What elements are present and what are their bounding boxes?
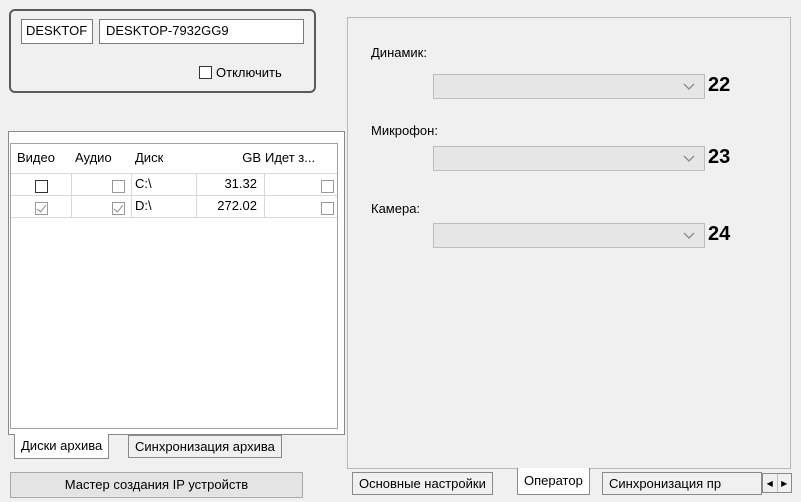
tab-scroll-buttons: ◀ ▶ [762, 473, 792, 493]
tab-archive-sync[interactable]: Синхронизация архива [128, 435, 282, 458]
speaker-callout: 22 [708, 74, 731, 96]
microphone-label: Микрофон: [371, 123, 438, 138]
chevron-down-icon [683, 232, 695, 239]
camera-callout: 24 [708, 223, 731, 245]
chevron-down-icon [683, 155, 695, 162]
gb-cell: 272.02 [217, 198, 257, 213]
disable-checkbox[interactable]: Отключить [199, 63, 282, 81]
column-header-disk[interactable]: Диск [135, 144, 163, 172]
audio-checkbox[interactable] [111, 180, 125, 193]
column-header-audio[interactable]: Аудио [75, 144, 112, 172]
writing-checkbox[interactable] [321, 180, 335, 193]
chevron-down-icon [683, 83, 695, 90]
scroll-right-icon[interactable]: ▶ [778, 474, 792, 492]
ip-device-wizard-button[interactable]: Мастер создания IP устройств [10, 472, 303, 498]
operator-page: Динамик: 22 Микрофон: 23 Камера: 24 [347, 17, 791, 469]
disk-cell: C:\ [135, 176, 152, 191]
tab-archive-disks[interactable]: Диски архива [14, 434, 110, 459]
speaker-select[interactable] [433, 74, 705, 99]
audio-checkbox[interactable] [111, 202, 125, 215]
disable-checkbox-box[interactable] [199, 65, 212, 79]
camera-select[interactable] [433, 223, 705, 248]
writing-checkbox[interactable] [321, 202, 335, 215]
tab-main-settings[interactable]: Основные настройки [352, 472, 493, 495]
video-checkbox[interactable] [35, 202, 48, 215]
disk-cell: D:\ [135, 198, 152, 213]
tab-sync[interactable]: Синхронизация пр [602, 472, 762, 495]
host-group: DESKTOF DESKTOP-7932GG9 Отключить [9, 9, 316, 93]
column-header-gb[interactable]: GB [217, 144, 261, 172]
table-row[interactable]: D:\ 272.02 [11, 195, 337, 217]
microphone-select[interactable] [433, 146, 705, 171]
tab-operator[interactable]: Оператор [517, 468, 590, 495]
speaker-label: Динамик: [371, 45, 427, 60]
video-checkbox[interactable] [35, 180, 48, 193]
disk-table: Видео Аудио Диск GB Идет з... C:\ 31.32 … [10, 143, 338, 429]
row-divider [11, 217, 337, 218]
column-header-video[interactable]: Видео [17, 144, 55, 172]
host-full-name-field[interactable]: DESKTOP-7932GG9 [99, 19, 304, 44]
gb-cell: 31.32 [224, 176, 257, 191]
scroll-left-icon[interactable]: ◀ [763, 474, 778, 492]
camera-label: Камера: [371, 201, 421, 216]
host-short-name-field[interactable]: DESKTOF [21, 19, 93, 44]
microphone-callout: 23 [708, 146, 731, 168]
column-header-writing[interactable]: Идет з... [265, 144, 335, 172]
disable-checkbox-label: Отключить [216, 64, 282, 80]
table-row[interactable]: C:\ 31.32 [11, 173, 337, 195]
